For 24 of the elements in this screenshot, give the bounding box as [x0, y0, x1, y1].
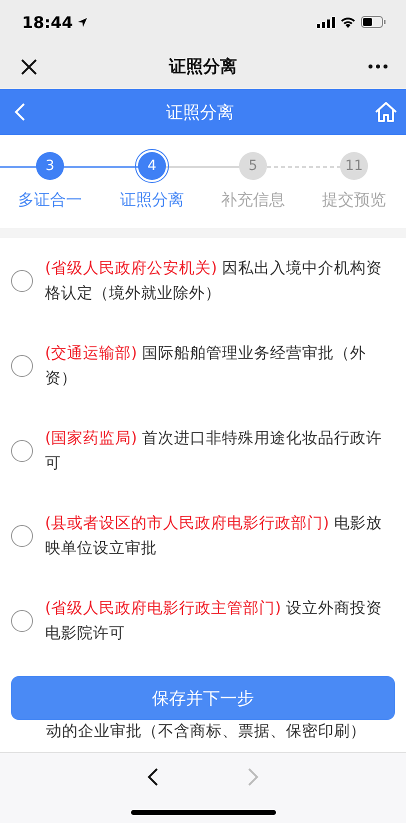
status-time: 18:44: [22, 12, 73, 32]
radio-button[interactable]: [11, 440, 33, 462]
license-item-text[interactable]: 动的企业审批（不含商标、票据、保密印刷）: [46, 722, 366, 740]
radio-button[interactable]: [11, 524, 33, 546]
back-button[interactable]: [14, 102, 26, 122]
more-button[interactable]: [368, 64, 388, 69]
battery-icon: [361, 16, 386, 28]
step-number: 4: [135, 149, 169, 183]
license-item-text[interactable]: (国家药监局) 首次进口非特殊用途化妆品行政许可: [45, 426, 398, 476]
wifi-icon: [340, 16, 356, 28]
page-title: 证照分离: [166, 102, 234, 124]
radio-button[interactable]: [11, 270, 33, 292]
chevron-left-icon[interactable]: [147, 767, 159, 787]
radio-button[interactable]: [11, 354, 33, 376]
close-button[interactable]: [20, 58, 38, 76]
license-item-text[interactable]: (交通运输部) 国际船舶管理业务经营审批（外资）: [45, 340, 398, 390]
home-button[interactable]: [374, 101, 398, 123]
license-item-text[interactable]: (县或者设区的市人民政府电影行政部门) 电影放映单位设立审批: [45, 510, 398, 560]
license-item-text[interactable]: (省级人民政府电影行政主管部门) 设立外商投资电影院许可: [45, 596, 398, 646]
signal-icon: [317, 16, 335, 28]
radio-button[interactable]: [11, 610, 33, 632]
location-icon: [76, 16, 88, 28]
window-title: 证照分离: [169, 56, 237, 78]
license-item-text[interactable]: (省级人民政府公安机关) 因私出入境中介机构资格认定（境外就业除外）: [45, 256, 398, 306]
